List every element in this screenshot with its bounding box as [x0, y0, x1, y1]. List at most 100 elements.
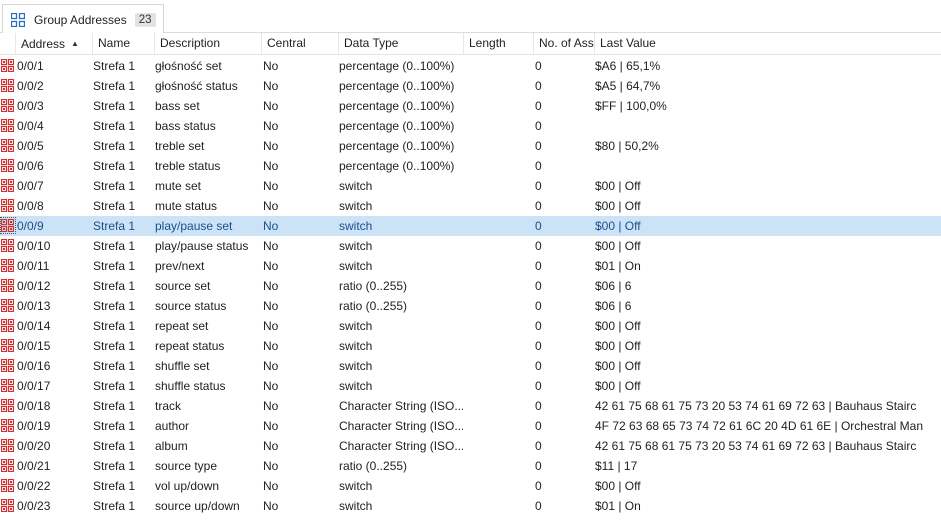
- cell-data-type: percentage (0..100%): [339, 159, 455, 173]
- column-header-description[interactable]: Description: [155, 33, 262, 55]
- table-row[interactable]: 0/0/17 Strefa 1 shuffle status No switch 0 $00…: [0, 376, 941, 396]
- table-row[interactable]: 0/0/3 Strefa 1 bass set No percentage (0..10…: [0, 96, 941, 116]
- cell-length: [463, 196, 535, 216]
- tab-group-addresses[interactable]: Group Addresses 23: [2, 4, 164, 34]
- cell-address: 0/0/16: [17, 359, 51, 373]
- cell-data-type: switch: [339, 219, 373, 233]
- table-row[interactable]: 0/0/10 Strefa 1 play/pause status No switch 0…: [0, 236, 941, 256]
- table-row[interactable]: 0/0/13 Strefa 1 source status No ratio (0..2…: [0, 296, 941, 316]
- cell-last-value: $00 | Off: [595, 479, 641, 493]
- table-row[interactable]: 0/0/1 Strefa 1 głośność set No percentage (0…: [0, 56, 941, 76]
- table-row[interactable]: 0/0/4 Strefa 1 bass status No percentage (0.…: [0, 116, 941, 136]
- table-row[interactable]: 0/0/23 Strefa 1 source up/down No switch 0 $01…: [0, 496, 941, 516]
- cell-central: No: [263, 419, 279, 433]
- cell-last-value: $00 | Off: [595, 239, 641, 253]
- cell-name: Strefa 1: [93, 239, 136, 253]
- cell-name: Strefa 1: [93, 99, 136, 113]
- table-row[interactable]: 0/0/8 Strefa 1 mute status No switch 0 $00 | O…: [0, 196, 941, 216]
- cell-associations: 0: [535, 239, 542, 253]
- cell-data-type: percentage (0..100%): [339, 99, 455, 113]
- table-row[interactable]: 0/0/22 Strefa 1 vol up/down No switch 0 $00 | …: [0, 476, 941, 496]
- column-header-address[interactable]: Address ▲: [16, 33, 93, 55]
- cell-address: 0/0/11: [17, 259, 50, 273]
- cell-address: 0/0/3: [17, 99, 44, 113]
- cell-associations: 0: [535, 479, 542, 493]
- cell-associations: 0: [535, 459, 542, 473]
- cell-description: treble status: [155, 159, 221, 173]
- cell-length: [463, 116, 535, 136]
- cell-central: No: [263, 99, 279, 113]
- column-header-name[interactable]: Name: [93, 33, 155, 55]
- cell-central: No: [263, 359, 279, 373]
- cell-length: [463, 256, 535, 276]
- table-row[interactable]: 0/0/11 Strefa 1 prev/next No switch 0 $01 | On: [0, 256, 941, 276]
- cell-address: 0/0/7: [17, 179, 44, 193]
- cell-name: Strefa 1: [93, 79, 136, 93]
- cell-central: No: [263, 139, 279, 153]
- cell-name: Strefa 1: [93, 199, 136, 213]
- column-header-no-of-associations[interactable]: No. of Ass: [534, 33, 595, 55]
- cell-last-value: $00 | Off: [595, 179, 641, 193]
- cell-name: Strefa 1: [93, 379, 136, 393]
- cell-description: mute status: [155, 199, 218, 213]
- cell-last-value: $00 | Off: [595, 219, 641, 233]
- column-header-data-type[interactable]: Data Type: [339, 33, 464, 55]
- table-row[interactable]: 0/0/12 Strefa 1 source set No ratio (0..255)…: [0, 276, 941, 296]
- cell-last-value: $01 | On: [595, 499, 641, 513]
- table-row[interactable]: 0/0/7 Strefa 1 mute set No switch 0 $00 | Off: [0, 176, 941, 196]
- cell-last-value: 4F 72 63 68 65 73 74 72 61 6C 20 4D 61 6…: [595, 419, 923, 433]
- cell-data-type: Character String (ISO...: [339, 439, 463, 453]
- table-row[interactable]: 0/0/15 Strefa 1 repeat status No switch 0 $00 …: [0, 336, 941, 356]
- tab-count-badge: 23: [134, 12, 156, 27]
- table-row[interactable]: 0/0/19 Strefa 1 author No Character String (…: [0, 416, 941, 436]
- cell-data-type: switch: [339, 339, 373, 353]
- cell-associations: 0: [535, 499, 542, 513]
- cell-name: Strefa 1: [93, 139, 136, 153]
- cell-associations: 0: [535, 299, 542, 313]
- cell-description: prev/next: [155, 259, 205, 273]
- table-row[interactable]: 0/0/16 Strefa 1 shuffle set No switch 0 $00 | …: [0, 356, 941, 376]
- cell-central: No: [263, 439, 279, 453]
- column-header-last-value[interactable]: Last Value: [595, 33, 941, 55]
- cell-description: play/pause status: [155, 239, 249, 253]
- table-row[interactable]: 0/0/9 Strefa 1 play/pause set No switch 0 $00 …: [0, 216, 941, 236]
- table-row[interactable]: 0/0/14 Strefa 1 repeat set No switch 0 $00 | O…: [0, 316, 941, 336]
- cell-name: Strefa 1: [93, 299, 136, 313]
- cell-name: Strefa 1: [93, 179, 136, 193]
- table-row[interactable]: 0/0/5 Strefa 1 treble set No percentage (0..…: [0, 136, 941, 156]
- tab-label: Group Addresses: [34, 12, 127, 27]
- table-row[interactable]: 0/0/20 Strefa 1 album No Character String (I…: [0, 436, 941, 456]
- cell-name: Strefa 1: [93, 339, 136, 353]
- cell-last-value: [591, 156, 941, 176]
- cell-length: [463, 476, 535, 496]
- cell-last-value: $A5 | 64,7%: [595, 79, 661, 93]
- column-header-length[interactable]: Length: [464, 33, 534, 55]
- cell-data-type: percentage (0..100%): [339, 119, 455, 133]
- cell-address: 0/0/2: [17, 79, 44, 93]
- cell-last-value: $00 | Off: [595, 359, 641, 373]
- cell-associations: 0: [535, 59, 542, 73]
- cell-central: No: [263, 259, 279, 273]
- header-icon-column: [0, 33, 16, 55]
- table-row[interactable]: 0/0/18 Strefa 1 track No Character String (I…: [0, 396, 941, 416]
- table-row[interactable]: 0/0/2 Strefa 1 głośność status No percentage…: [0, 76, 941, 96]
- cell-length: [463, 416, 535, 436]
- column-header-central[interactable]: Central: [262, 33, 339, 55]
- cell-address: 0/0/22: [17, 479, 51, 493]
- cell-associations: 0: [535, 219, 542, 233]
- cell-associations: 0: [535, 259, 542, 273]
- cell-associations: 0: [535, 119, 542, 133]
- cell-associations: 0: [535, 179, 542, 193]
- table-row[interactable]: 0/0/6 Strefa 1 treble status No percentage (…: [0, 156, 941, 176]
- cell-last-value: $00 | Off: [595, 339, 641, 353]
- cell-length: [463, 436, 535, 456]
- cell-description: shuffle status: [155, 379, 226, 393]
- cell-address: 0/0/18: [17, 399, 51, 413]
- cell-data-type: switch: [339, 379, 373, 393]
- cell-central: No: [263, 339, 279, 353]
- cell-name: Strefa 1: [93, 219, 136, 233]
- cell-data-type: percentage (0..100%): [339, 59, 455, 73]
- table-row[interactable]: 0/0/21 Strefa 1 source type No ratio (0..255…: [0, 456, 941, 476]
- cell-length: [463, 56, 535, 76]
- cell-length: [463, 236, 535, 256]
